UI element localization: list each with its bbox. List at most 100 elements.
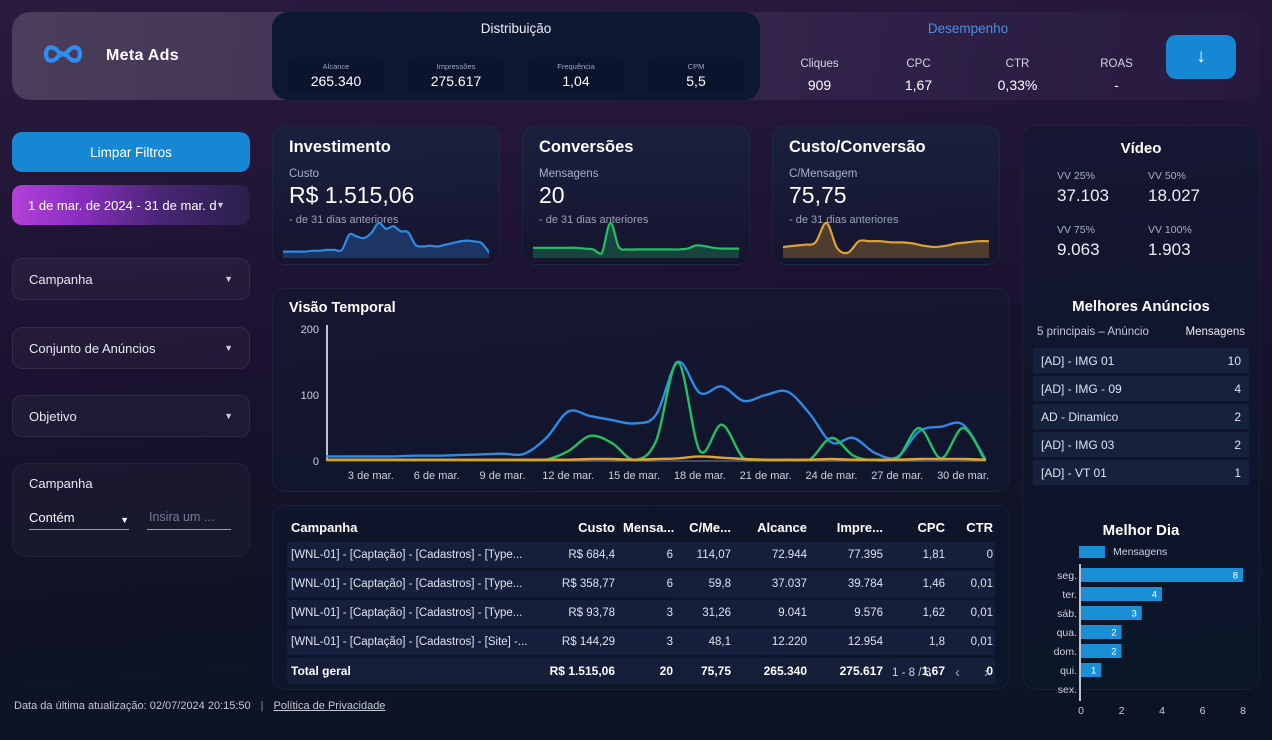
chevron-down-icon: ▼ (224, 411, 233, 421)
distribution-metrics: Alcance 265.340 Impressões 275.617 Frequ… (284, 57, 748, 93)
svg-text:qua.: qua. (1057, 627, 1077, 639)
table-cell: 20 (619, 664, 677, 678)
filter-operator-select[interactable]: Contém ▼ (29, 504, 129, 530)
best-day-bar-chart[interactable]: seg.8ter.4sáb.3qua.2dom.2qui.1sex.02468 (1037, 564, 1249, 716)
campaign-filter-card: Campanha Contém ▼ (12, 463, 250, 557)
dropdown-conjunto-de-anuncios[interactable]: Conjunto de Anúncios ▼ (12, 327, 250, 369)
sparkline-chart[interactable] (533, 216, 739, 258)
dropdown-campanha[interactable]: Campanha ▼ (12, 258, 250, 300)
vv75-stat: VV 75% 9.063 (1057, 224, 1148, 260)
best-ad-row[interactable]: [AD] - IMG 0110 (1033, 348, 1249, 373)
svg-text:6: 6 (1200, 705, 1206, 716)
table-cell: 31,26 (677, 607, 735, 619)
table-cell: 12.954 (811, 636, 887, 648)
table-cell: R$ 144,29 (533, 636, 619, 648)
best-ads-list: [AD] - IMG 0110 [AD] - IMG - 094 AD - Dina… (1033, 348, 1249, 488)
dropdown-objetivo[interactable]: Objetivo ▼ (12, 395, 250, 437)
card-metric-value: 20 (539, 182, 565, 209)
operator-value: Contém (29, 510, 75, 525)
table-cell: R$ 358,77 (533, 578, 619, 590)
download-button[interactable]: ↓ (1166, 35, 1236, 79)
header-bar: Meta Ads Distribuição Alcance 265.340 Im… (12, 12, 1260, 100)
svg-text:2: 2 (1119, 705, 1125, 716)
col-impressoes: Impre... (811, 520, 887, 535)
svg-text:dom.: dom. (1054, 646, 1077, 658)
table-cell: 48,1 (677, 636, 735, 648)
vv50-stat: VV 50% 18.027 (1148, 170, 1239, 206)
table-cell: 0,01 (949, 636, 997, 648)
ad-value: 2 (1234, 410, 1241, 424)
best-ad-row[interactable]: [AD] - IMG 032 (1033, 432, 1249, 457)
table-row[interactable]: [WNL-01] - [Captação] - [Cadastros] - [T… (287, 571, 995, 597)
svg-text:4: 4 (1152, 590, 1157, 601)
table-cell: [WNL-01] - [Captação] - [Cadastros] - [T… (287, 549, 533, 561)
table-row[interactable]: [WNL-01] - [Captação] - [Cadastros] - [S… (287, 629, 995, 655)
sparkline-chart[interactable] (283, 216, 489, 258)
ad-name: AD - Dinamico (1041, 410, 1118, 424)
campaign-table-card: Campanha Custo Mensa... C/Me... Alcance … (272, 505, 1010, 690)
svg-text:18 de mar.: 18 de mar. (674, 470, 726, 482)
table-cell: 114,07 (677, 549, 735, 561)
svg-text:30 de mar.: 30 de mar. (937, 470, 989, 482)
card-investimento: Investimento Custo R$ 1.515,06 - de 31 d… (272, 125, 500, 265)
card-custo-conversao: Custo/Conversão C/Mensagem 75,75 - de 31… (772, 125, 1000, 265)
table-cell: 75,75 (677, 664, 735, 678)
svg-text:4: 4 (1159, 705, 1165, 716)
ad-name: [AD] - IMG - 09 (1041, 382, 1122, 396)
best-day-legend: Mensagens (1079, 546, 1167, 558)
table-total-row: Total geralR$ 1.515,062075,75265.340275.… (287, 658, 995, 684)
performance-panel: Desempenho Cliques 909 CPC 1,67 CTR 0,33… (770, 12, 1166, 100)
prev-page-icon[interactable]: ‹ (955, 664, 960, 681)
table-row[interactable]: [WNL-01] - [Captação] - [Cadastros] - [T… (287, 542, 995, 568)
table-cell: 1,81 (887, 549, 949, 561)
table-cell: 265.340 (735, 664, 811, 678)
col-c-mensagem: C/Me... (677, 520, 735, 535)
svg-text:200: 200 (301, 324, 319, 336)
performance-title: Desempenho (770, 21, 1166, 36)
table-header-row: Campanha Custo Mensa... C/Me... Alcance … (287, 512, 995, 542)
best-ad-row[interactable]: [AD] - VT 011 (1033, 460, 1249, 485)
svg-text:seg.: seg. (1057, 570, 1077, 582)
svg-text:8: 8 (1233, 571, 1238, 582)
meta-logo-icon (40, 39, 86, 74)
filter-text-input[interactable] (147, 509, 231, 525)
next-page-icon[interactable]: › (984, 664, 989, 681)
video-stats: VV 25% 37.103 VV 50% 18.027 VV 75% 9.063… (1057, 170, 1239, 260)
metric-ctr: CTR 0,33% (968, 58, 1067, 93)
footer: Data da última atualização: 02/07/2024 2… (14, 700, 385, 712)
table-cell: 9.041 (735, 607, 811, 619)
clear-filters-button[interactable]: Limpar Filtros (12, 132, 250, 172)
legend-label: Mensagens (1113, 546, 1167, 558)
performance-metrics: Cliques 909 CPC 1,67 CTR 0,33% ROAS - (770, 58, 1166, 93)
best-ad-row[interactable]: AD - Dinamico 2 (1033, 404, 1249, 429)
svg-text:9 de mar.: 9 de mar. (480, 470, 526, 482)
metric-roas: ROAS - (1067, 58, 1166, 93)
svg-text:2: 2 (1111, 647, 1116, 658)
card-title: Investimento (289, 138, 391, 157)
chevron-down-icon: ▼ (120, 515, 129, 525)
temporal-line-chart[interactable]: 01002003 de mar.6 de mar.9 de mar.12 de … (285, 321, 997, 487)
date-range-selector[interactable]: 1 de mar. de 2024 - 31 de mar. de 2024 ▼ (12, 185, 250, 225)
table-cell: 275.617 (811, 664, 887, 678)
best-ad-row[interactable]: [AD] - IMG - 094 (1033, 376, 1249, 401)
dropdown-label: Campanha (29, 272, 93, 287)
best-ads-col-right: Mensagens (1186, 326, 1245, 338)
metric-cliques: Cliques 909 (770, 58, 869, 93)
col-mensagens: Mensa... (619, 520, 677, 535)
col-custo: Custo (533, 520, 619, 535)
dropdown-label: Conjunto de Anúncios (29, 341, 155, 356)
svg-text:27 de mar.: 27 de mar. (871, 470, 923, 482)
table-row[interactable]: [WNL-01] - [Captação] - [Cadastros] - [T… (287, 600, 995, 626)
table-cell: 39.784 (811, 578, 887, 590)
visao-temporal-card: Visão Temporal 01002003 de mar.6 de mar.… (272, 288, 1010, 492)
svg-text:3 de mar.: 3 de mar. (348, 470, 394, 482)
svg-text:24 de mar.: 24 de mar. (805, 470, 857, 482)
table-cell: [WNL-01] - [Captação] - [Cadastros] - [S… (287, 636, 533, 648)
svg-text:qui.: qui. (1060, 665, 1077, 677)
privacy-policy-link[interactable]: Política de Privacidade (274, 700, 386, 712)
metric-cpm: CPM 5,5 (647, 57, 745, 93)
svg-text:ter.: ter. (1062, 589, 1077, 601)
ad-name: [AD] - IMG 01 (1041, 354, 1114, 368)
last-update-text: Data da última atualização: 02/07/2024 2… (14, 700, 251, 712)
sparkline-chart[interactable] (783, 216, 989, 258)
